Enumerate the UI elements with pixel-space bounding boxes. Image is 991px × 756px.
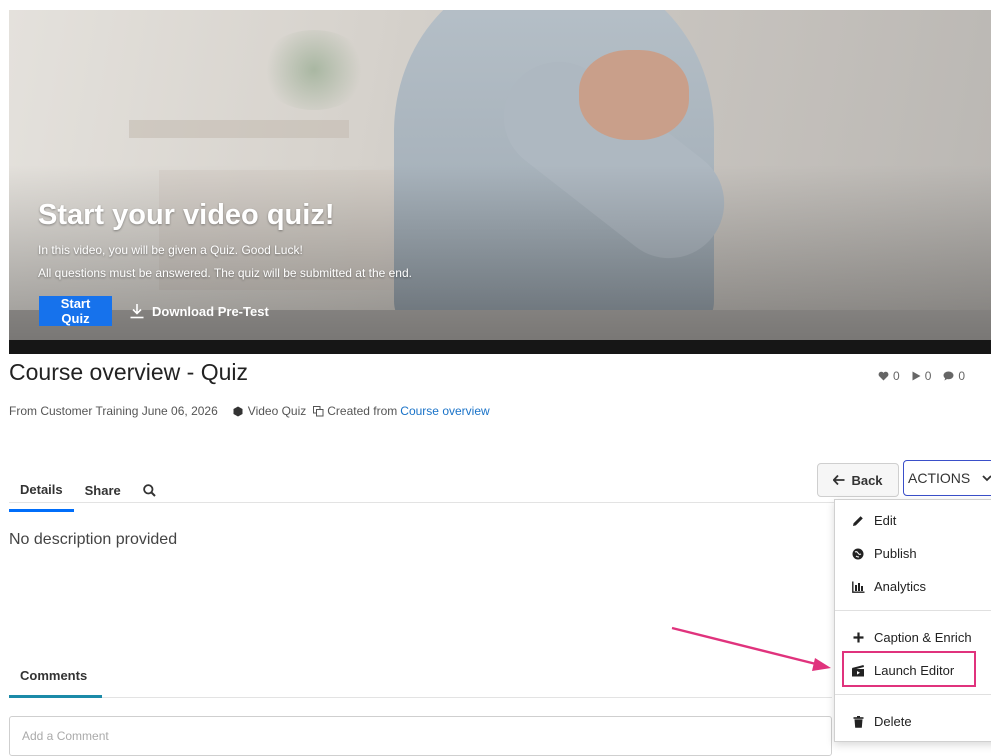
comments-divider: [102, 697, 832, 698]
actions-menu: Edit Publish Analytics Caption & Enrich: [834, 499, 991, 742]
trash-icon: [851, 715, 865, 728]
entry-meta: From Customer Training June 06, 2026 Vid…: [9, 404, 490, 418]
arrow-left-icon: [833, 475, 845, 485]
created-from-label: Created from: [327, 404, 398, 418]
search-icon[interactable]: [132, 478, 167, 502]
heart-icon: [878, 371, 889, 381]
tab-comments[interactable]: Comments: [20, 668, 87, 683]
comments-stat: 0: [943, 369, 965, 383]
likes-stat[interactable]: 0: [878, 369, 900, 383]
menu-item-caption-enrich[interactable]: Caption & Enrich: [851, 630, 972, 645]
plays-count: 0: [924, 369, 932, 383]
menu-item-label: Publish: [874, 546, 917, 561]
launch-editor-highlight: [842, 651, 976, 687]
quiz-intro-text: In this video, you will be given a Quiz.…: [38, 243, 303, 257]
copy-icon: [313, 405, 324, 417]
actions-label: ACTIONS: [908, 470, 971, 486]
globe-icon: [851, 548, 865, 560]
actions-dropdown-button[interactable]: ACTIONS: [903, 460, 991, 496]
entry-owner-date: From Customer Training June 06, 2026: [9, 404, 218, 418]
menu-item-analytics[interactable]: Analytics: [851, 579, 926, 594]
entry-stats: 0 0 0: [878, 369, 965, 383]
tab-details[interactable]: Details: [9, 477, 74, 512]
likes-count: 0: [893, 369, 900, 383]
plays-stat: 0: [912, 369, 932, 383]
chevron-down-icon: [982, 474, 991, 481]
bar-chart-icon: [851, 581, 865, 593]
back-button[interactable]: Back: [817, 463, 899, 497]
pencil-icon: [851, 515, 865, 527]
menu-item-label: Delete: [874, 714, 912, 729]
play-icon: [912, 371, 921, 381]
menu-divider: [835, 694, 991, 695]
entry-type: Video Quiz: [247, 404, 307, 418]
comments-tab-underline: [9, 695, 102, 698]
player-bottom-bar: [9, 340, 991, 354]
quiz-heading: Start your video quiz!: [38, 199, 335, 231]
entry-title: Course overview - Quiz: [9, 359, 249, 385]
download-label: Download Pre-Test: [152, 303, 269, 319]
menu-item-label: Caption & Enrich: [874, 630, 972, 645]
menu-item-edit[interactable]: Edit: [851, 513, 896, 528]
quiz-instructions-text: All questions must be answered. The quiz…: [38, 266, 412, 280]
quiz-cube-icon: [233, 406, 243, 417]
plus-icon: [851, 632, 865, 643]
menu-divider: [835, 610, 991, 611]
menu-item-label: Analytics: [874, 579, 927, 594]
video-player[interactable]: Start your video quiz! In this video, yo…: [9, 10, 991, 354]
entry-description: No description provided: [9, 531, 178, 548]
comments-count: 0: [958, 369, 966, 383]
comment-icon: [943, 371, 954, 381]
start-quiz-button[interactable]: Start Quiz: [39, 296, 112, 326]
created-from-link[interactable]: Course overview: [400, 404, 489, 418]
entry-tabs: Details Share: [9, 468, 167, 512]
download-pre-test-button[interactable]: Download Pre-Test: [129, 300, 269, 322]
menu-item-publish[interactable]: Publish: [851, 546, 917, 561]
tab-share[interactable]: Share: [74, 478, 132, 502]
comment-input[interactable]: Add a Comment: [9, 716, 832, 756]
menu-item-delete[interactable]: Delete: [851, 714, 912, 729]
menu-item-label: Edit: [874, 513, 897, 528]
back-label: Back: [851, 472, 883, 488]
download-icon: [129, 303, 145, 319]
